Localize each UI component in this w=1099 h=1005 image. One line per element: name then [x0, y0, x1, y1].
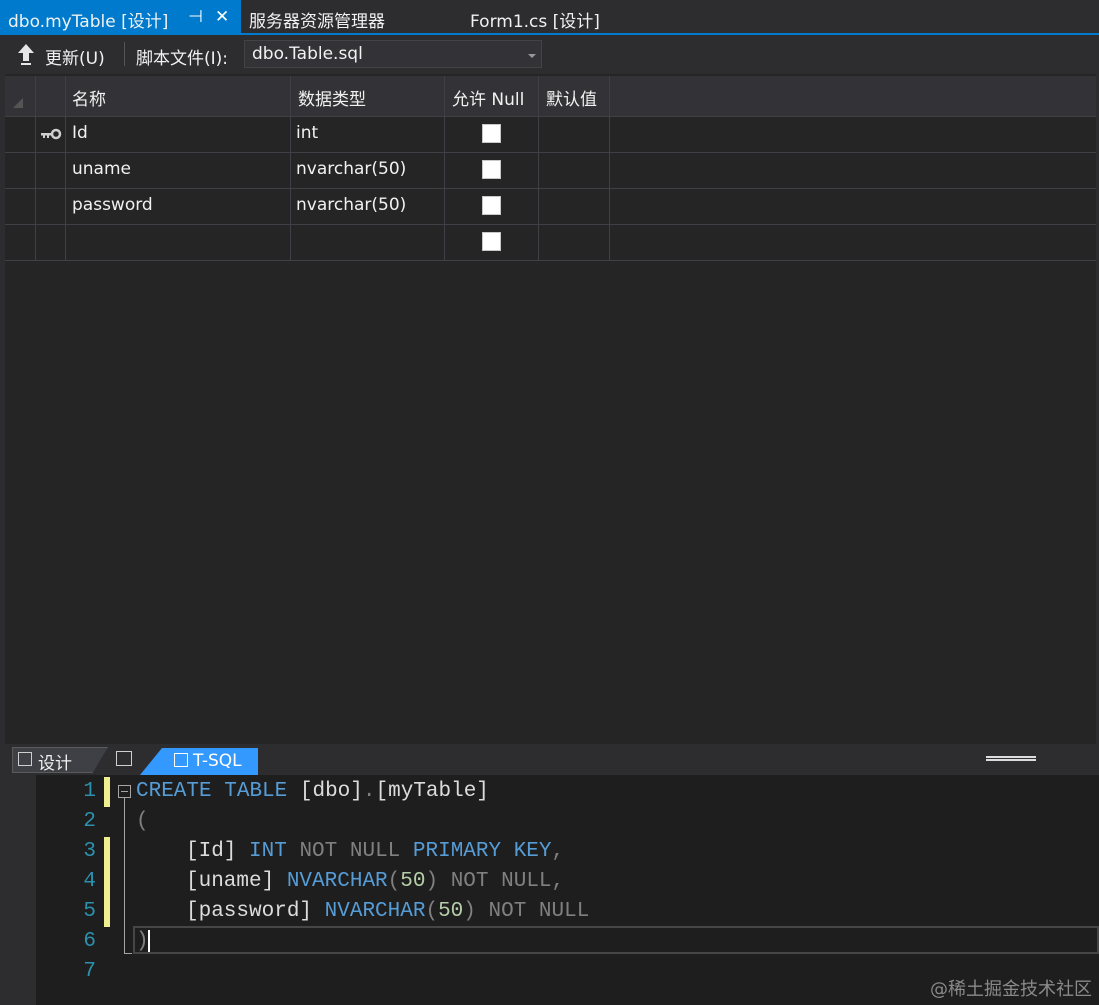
sql-keyword: CREATE	[136, 780, 212, 803]
sql-keyword: PRIMARY KEY	[412, 840, 552, 863]
update-button[interactable]: 更新(U)	[45, 44, 105, 69]
header-name[interactable]: 名称	[72, 85, 106, 110]
sql-identifier: [password]	[186, 900, 313, 923]
sql-identifier: [dbo]	[299, 780, 363, 803]
cell-column-name[interactable]: uname	[72, 159, 131, 179]
line-number: 3	[83, 840, 96, 863]
line-number: 6	[83, 930, 96, 953]
grid-line	[5, 116, 1096, 117]
cell-data-type[interactable]: int	[296, 123, 318, 143]
splitter-grip-icon[interactable]	[986, 756, 1036, 761]
code-line-6: )	[136, 930, 149, 953]
grid-line	[65, 76, 66, 260]
sql-constraint: NOT NULL	[450, 870, 552, 893]
sql-identifier: [myTable]	[375, 780, 489, 803]
grid-line	[444, 76, 445, 260]
editor-glyph-margin	[0, 775, 36, 1005]
code-line-3: [Id] INT NOT NULL PRIMARY KEY,	[186, 837, 564, 867]
sql-type: NVARCHAR	[286, 870, 388, 893]
line-number: 4	[83, 870, 96, 893]
line-number: 2	[83, 810, 96, 833]
watermark: @稀土掘金技术社区	[930, 979, 1092, 1000]
outline-guide-end	[124, 953, 132, 954]
primary-key-icon	[41, 128, 62, 140]
code-line-2: (	[136, 810, 149, 833]
sql-punctuation: )	[463, 900, 476, 923]
tab-label: dbo.myTable [设计]	[8, 12, 169, 32]
tab-form1-design[interactable]: Form1.cs [设计]	[470, 7, 600, 32]
tsql-view-label: T-SQL	[193, 751, 242, 771]
current-line-highlight	[133, 926, 1099, 954]
sql-number: 50	[400, 870, 426, 893]
change-marker	[104, 867, 110, 897]
sql-constraint: NOT NULL	[299, 840, 401, 863]
allow-null-checkbox[interactable]	[482, 232, 501, 251]
grid-line	[5, 224, 1096, 225]
pin-icon[interactable]: ⊣	[188, 7, 203, 27]
sql-script-icon	[174, 753, 188, 767]
header-data-type[interactable]: 数据类型	[298, 85, 366, 110]
tab-server-explorer[interactable]: 服务器资源管理器	[249, 7, 385, 32]
sql-type: NVARCHAR	[324, 900, 426, 923]
update-arrow-icon[interactable]	[17, 42, 35, 66]
header-allow-null[interactable]: 允许 Null	[452, 85, 524, 110]
sql-punctuation: (	[387, 870, 401, 893]
swap-panes-icon[interactable]	[116, 751, 132, 766]
cell-data-type[interactable]: nvarchar(50)	[296, 159, 406, 179]
sql-punctuation: ,	[551, 870, 565, 893]
line-number: 1	[83, 780, 96, 803]
sql-number: 50	[438, 900, 464, 923]
outline-guide	[124, 798, 125, 953]
change-marker	[104, 837, 110, 867]
cell-data-type[interactable]: nvarchar(50)	[296, 195, 406, 215]
text-caret	[148, 930, 150, 952]
toolbar-separator	[124, 42, 125, 66]
sql-punctuation: )	[425, 870, 439, 893]
code-line-4: [uname] NVARCHAR(50) NOT NULL,	[186, 867, 564, 897]
grid-line	[538, 76, 539, 260]
line-number: 7	[83, 960, 96, 983]
select-all-corner[interactable]	[13, 98, 23, 108]
sql-punctuation: .	[362, 780, 376, 803]
allow-null-checkbox[interactable]	[482, 160, 501, 179]
column-grid	[5, 74, 1096, 744]
script-file-label: 脚本文件(I):	[136, 49, 229, 69]
grid-line	[609, 76, 610, 260]
allow-null-checkbox[interactable]	[482, 196, 501, 215]
allow-null-checkbox[interactable]	[482, 124, 501, 143]
sql-keyword: TABLE	[224, 780, 288, 803]
sql-constraint: NOT NULL	[488, 900, 590, 923]
grid-line	[5, 260, 1096, 261]
grid-line	[5, 188, 1096, 189]
code-line-5: [password] NVARCHAR(50) NOT NULL	[186, 897, 589, 927]
line-number: 5	[83, 900, 96, 923]
sql-punctuation: ,	[551, 840, 565, 863]
grid-line	[35, 76, 36, 260]
cell-column-name[interactable]: Id	[72, 123, 88, 143]
design-view-icon	[18, 752, 32, 766]
change-marker	[104, 777, 110, 807]
sql-punctuation: (	[425, 900, 439, 923]
chevron-down-icon[interactable]	[528, 54, 536, 58]
design-view-label: 设计	[38, 754, 72, 774]
sql-identifier: [uname]	[186, 870, 275, 893]
sql-identifier: [Id]	[186, 840, 237, 863]
close-icon[interactable]: ✕	[215, 7, 229, 27]
collapse-minus	[121, 791, 128, 792]
cell-column-name[interactable]: password	[72, 195, 153, 215]
sql-type: INT	[249, 840, 287, 863]
header-default-value[interactable]: 默认值	[546, 85, 597, 110]
script-file-value: dbo.Table.sql	[252, 44, 363, 64]
code-line-1: CREATE TABLE [dbo].[myTable]	[136, 777, 489, 807]
grid-line	[290, 76, 291, 260]
change-marker	[104, 897, 110, 927]
grid-line	[5, 152, 1096, 153]
